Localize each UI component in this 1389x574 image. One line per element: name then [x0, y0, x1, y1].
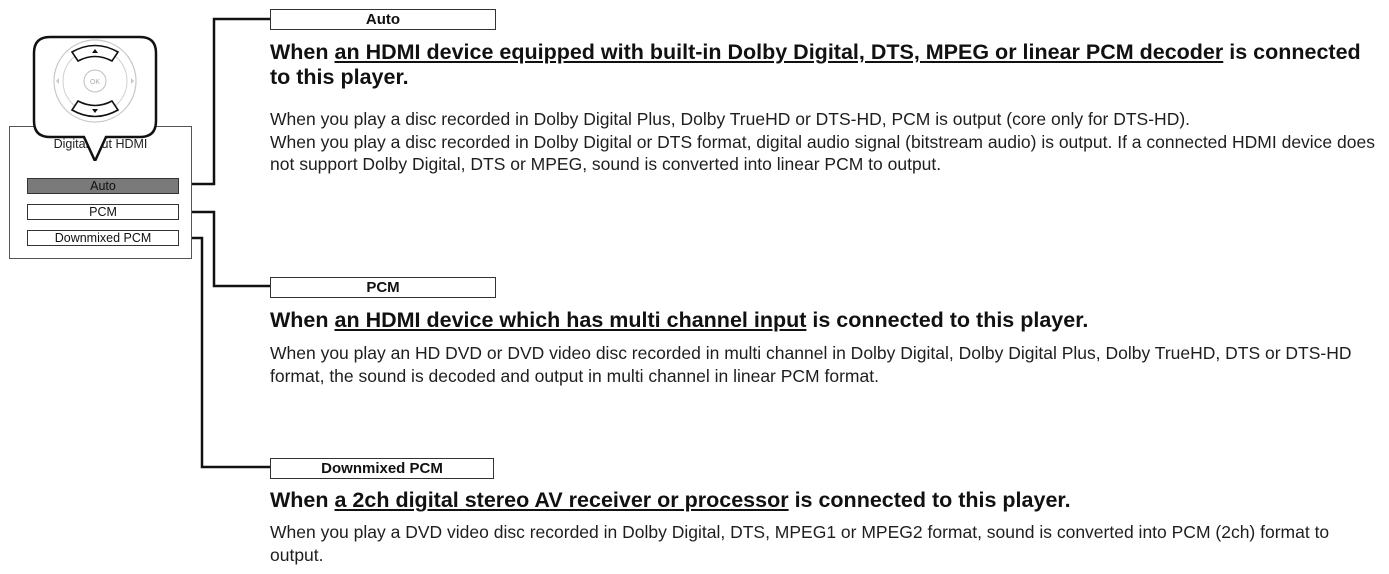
section-label-pcm: PCM: [270, 277, 496, 298]
section-body-auto: When you play a disc recorded in Dolby D…: [270, 108, 1382, 176]
paragraph: When you play a DVD video disc recorded …: [270, 522, 1330, 565]
section-body-downmixed-pcm: When you play a DVD video disc recorded …: [270, 521, 1382, 566]
menu-option-downmixed-pcm[interactable]: Downmixed PCM: [27, 230, 179, 246]
section-label-downmixed-pcm: Downmixed PCM: [270, 458, 494, 479]
connector-downmixed: [175, 236, 270, 469]
section-heading-downmixed-pcm: When a 2ch digital stereo AV receiver or…: [270, 488, 1071, 512]
section-body-pcm: When you play an HD DVD or DVD video dis…: [270, 342, 1382, 387]
menu-option-auto[interactable]: Auto: [27, 178, 179, 194]
menu-option-pcm[interactable]: PCM: [27, 204, 179, 220]
ok-label: OK: [90, 79, 100, 86]
paragraph: When you play a disc recorded in Dolby D…: [270, 131, 1375, 175]
section-heading-auto: When an HDMI device equipped with built-…: [270, 40, 1361, 89]
section-label-auto: Auto: [270, 9, 496, 30]
remote-bubble: OK: [32, 35, 158, 165]
paragraph: When you play an HD DVD or DVD video dis…: [270, 343, 1352, 386]
paragraph: When you play a disc recorded in Dolby D…: [270, 109, 1191, 129]
section-heading-pcm: When an HDMI device which has multi chan…: [270, 308, 1089, 332]
